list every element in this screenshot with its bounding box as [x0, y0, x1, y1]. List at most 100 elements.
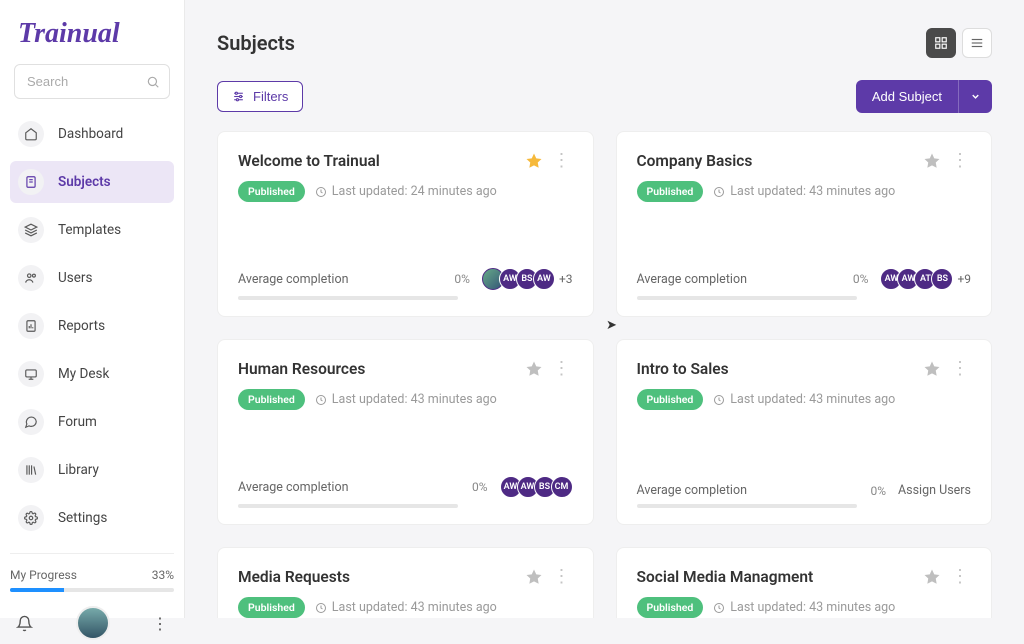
subject-card[interactable]: Human Resources ⋮ Published Last updated…	[217, 339, 594, 525]
library-icon	[18, 457, 44, 483]
clock-icon	[315, 394, 327, 406]
sidebar-item-users[interactable]: Users	[10, 257, 174, 299]
card-menu-icon[interactable]: ⋮	[551, 358, 573, 379]
main-content: Subjects Filters Add Subject Welcome to …	[185, 0, 1024, 618]
assigned-avatars[interactable]: AW AW AT BS +9	[880, 268, 971, 290]
assigned-avatars[interactable]: AW BS AW +3	[482, 268, 573, 290]
view-toggle	[926, 28, 992, 58]
clock-icon	[315, 186, 327, 198]
progress-label: My Progress	[10, 568, 77, 582]
updated-text: Last updated: 24 minutes ago	[315, 184, 497, 199]
users-icon	[18, 265, 44, 291]
updated-text: Last updated: 43 minutes ago	[315, 600, 497, 615]
clock-icon	[315, 602, 327, 614]
updated-text: Last updated: 43 minutes ago	[713, 392, 895, 407]
notifications-icon[interactable]	[16, 615, 33, 632]
sidebar-item-dashboard[interactable]: Dashboard	[10, 113, 174, 155]
status-badge: Published	[637, 389, 704, 410]
card-title: Intro to Sales	[637, 360, 924, 378]
status-badge: Published	[637, 597, 704, 618]
avatar: CM	[551, 476, 573, 498]
sidebar-item-label: Users	[58, 270, 92, 286]
star-icon[interactable]	[525, 152, 543, 170]
sidebar-item-label: Reports	[58, 318, 105, 334]
completion-label: Average completion	[637, 483, 747, 498]
status-badge: Published	[238, 389, 305, 410]
card-menu-icon[interactable]: ⋮	[949, 150, 971, 171]
star-icon[interactable]	[525, 568, 543, 586]
completion-label: Average completion	[238, 480, 348, 495]
clock-icon	[713, 602, 725, 614]
card-title: Company Basics	[637, 152, 924, 170]
clock-icon	[713, 186, 725, 198]
search-wrapper	[14, 64, 170, 99]
completion-pct: 0%	[454, 272, 470, 286]
star-icon[interactable]	[923, 152, 941, 170]
assign-users-link[interactable]: Assign Users	[898, 483, 971, 498]
sidebar-item-label: Library	[58, 462, 99, 478]
card-menu-icon[interactable]: ⋮	[551, 150, 573, 171]
chat-icon	[18, 409, 44, 435]
completion-bar	[238, 504, 458, 508]
cards-grid: Welcome to Trainual ⋮ Published Last upd…	[217, 131, 992, 618]
page-title: Subjects	[217, 31, 295, 55]
home-icon	[18, 121, 44, 147]
completion-label: Average completion	[637, 272, 747, 287]
card-title: Social Media Managment	[637, 568, 924, 586]
add-subject-button[interactable]: Add Subject	[856, 80, 958, 113]
star-icon[interactable]	[525, 360, 543, 378]
completion-pct: 0%	[472, 480, 488, 494]
sidebar-item-reports[interactable]: Reports	[10, 305, 174, 347]
sidebar-item-label: Forum	[58, 414, 97, 430]
star-icon[interactable]	[923, 568, 941, 586]
subject-card[interactable]: Social Media Managment ⋮ Published Last …	[616, 547, 993, 618]
sidebar-item-label: Settings	[58, 510, 107, 526]
list-view-button[interactable]	[962, 28, 992, 58]
subject-card[interactable]: Company Basics ⋮ Published Last updated:…	[616, 131, 993, 317]
card-menu-icon[interactable]: ⋮	[949, 566, 971, 587]
avatar: AW	[533, 268, 555, 290]
subject-card[interactable]: Welcome to Trainual ⋮ Published Last upd…	[217, 131, 594, 317]
sidebar-item-library[interactable]: Library	[10, 449, 174, 491]
more-count: +9	[957, 272, 971, 286]
more-count: +3	[559, 272, 573, 286]
user-menu-icon[interactable]: ⋮	[152, 614, 168, 633]
subject-card[interactable]: Intro to Sales ⋮ Published Last updated:…	[616, 339, 993, 525]
status-badge: Published	[637, 181, 704, 202]
card-menu-icon[interactable]: ⋮	[949, 358, 971, 379]
subject-card[interactable]: Media Requests ⋮ Published Last updated:…	[217, 547, 594, 618]
sidebar-item-my-desk[interactable]: My Desk	[10, 353, 174, 395]
assigned-avatars[interactable]: AW AW BS CM	[500, 476, 573, 498]
sidebar-item-label: Dashboard	[58, 126, 123, 142]
star-icon[interactable]	[923, 360, 941, 378]
status-badge: Published	[238, 181, 305, 202]
card-menu-icon[interactable]: ⋮	[551, 566, 573, 587]
completion-label: Average completion	[238, 272, 348, 287]
desk-icon	[18, 361, 44, 387]
stack-icon	[18, 217, 44, 243]
updated-text: Last updated: 43 minutes ago	[713, 184, 895, 199]
completion-bar	[637, 504, 857, 508]
user-avatar[interactable]	[76, 606, 110, 640]
progress-percent: 33%	[152, 568, 174, 582]
sliders-icon	[232, 90, 245, 103]
sidebar-item-settings[interactable]: Settings	[10, 497, 174, 539]
completion-bar	[637, 296, 857, 300]
add-subject-dropdown[interactable]	[958, 80, 992, 113]
completion-pct: 0%	[870, 484, 886, 498]
grid-view-button[interactable]	[926, 28, 956, 58]
card-title: Human Resources	[238, 360, 525, 378]
sidebar-item-label: Subjects	[58, 174, 111, 190]
avatar: BS	[931, 268, 953, 290]
sidebar-item-subjects[interactable]: Subjects	[10, 161, 174, 203]
clock-icon	[713, 394, 725, 406]
updated-text: Last updated: 43 minutes ago	[315, 392, 497, 407]
gear-icon	[18, 505, 44, 531]
report-icon	[18, 313, 44, 339]
completion-bar	[238, 296, 458, 300]
sidebar-item-templates[interactable]: Templates	[10, 209, 174, 251]
filters-button[interactable]: Filters	[217, 81, 303, 112]
sidebar-item-forum[interactable]: Forum	[10, 401, 174, 443]
add-subject-group: Add Subject	[856, 80, 992, 113]
nav: Dashboard Subjects Templates Users Repor…	[10, 113, 174, 545]
